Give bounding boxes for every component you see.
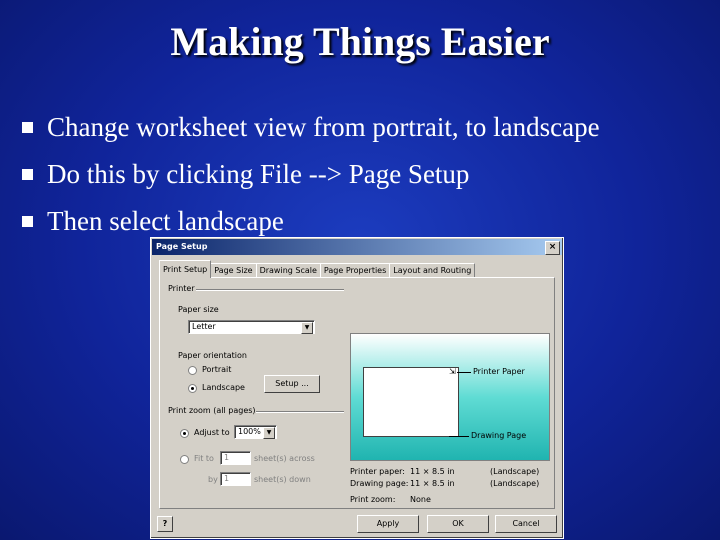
bullet-text: Do this by clicking File --> Page Setup	[47, 159, 470, 189]
tab-print-setup[interactable]: Print Setup	[159, 260, 212, 278]
bullet-text: Then select landscape	[47, 206, 284, 236]
paper-size-label: Paper size	[178, 305, 219, 314]
apply-button[interactable]: Apply	[357, 515, 419, 533]
paper-size-select[interactable]: Letter ▼	[188, 320, 315, 334]
orientation-label: Paper orientation	[178, 351, 247, 360]
fit-to-label: Fit to	[194, 454, 214, 463]
group-divider	[196, 289, 344, 291]
tab-page-size[interactable]: Page Size	[210, 263, 257, 278]
bullet-list: Change worksheet view from portrait, to …	[22, 104, 600, 245]
fit-across-label: sheet(s) across	[254, 454, 315, 463]
page-preview: ⇲ Printer Paper Drawing Page	[350, 333, 550, 461]
bullet-item: Do this by clicking File --> Page Setup	[22, 151, 600, 198]
printer-paper-info-label: Printer paper:	[350, 467, 405, 476]
drawing-page-preview	[363, 367, 459, 437]
preview-drawing-page-label: Drawing Page	[471, 431, 527, 440]
resize-corner-icon: ⇲	[449, 367, 456, 376]
tab-layout-and-routing[interactable]: Layout and Routing	[389, 263, 476, 278]
callout-line	[449, 436, 469, 437]
fit-across-input[interactable]: 1	[220, 451, 251, 465]
print-zoom-info-value: None	[410, 495, 431, 504]
portrait-radio[interactable]	[188, 366, 197, 375]
fit-down-label: sheet(s) down	[254, 475, 311, 484]
paper-size-value: Letter	[192, 322, 216, 331]
tab-page-properties[interactable]: Page Properties	[319, 263, 391, 278]
print-zoom-group-label: Print zoom (all pages)	[168, 406, 256, 415]
printer-group-label: Printer	[168, 284, 195, 293]
square-bullet-icon	[22, 216, 33, 227]
print-zoom-info-label: Print zoom:	[350, 495, 396, 504]
bullet-item: Change worksheet view from portrait, to …	[22, 104, 600, 151]
dialog-titlebar[interactable]: Page Setup ×	[152, 239, 562, 255]
print-setup-panel: Printer Paper size Letter ▼ Paper orient…	[159, 277, 555, 509]
callout-line	[457, 372, 471, 373]
chevron-down-icon[interactable]: ▼	[301, 322, 313, 334]
drawing-page-info-label: Drawing page:	[350, 479, 409, 488]
adjust-to-radio[interactable]	[180, 429, 189, 438]
fit-to-radio[interactable]	[180, 455, 189, 464]
printer-paper-info-value: 11 × 8.5 in	[410, 467, 455, 476]
drawing-page-info-orientation: (Landscape)	[490, 479, 540, 488]
cancel-button[interactable]: Cancel	[495, 515, 557, 533]
close-icon[interactable]: ×	[545, 241, 560, 255]
setup-button[interactable]: Setup ...	[264, 375, 320, 393]
preview-printer-paper-label: Printer Paper	[473, 367, 525, 376]
group-divider	[256, 411, 344, 413]
square-bullet-icon	[22, 169, 33, 180]
chevron-down-icon[interactable]: ▼	[263, 427, 275, 439]
tab-bar: Print Setup Page Size Drawing Scale Page…	[159, 260, 476, 278]
zoom-percent-select[interactable]: 100% ▼	[234, 425, 277, 439]
landscape-label: Landscape	[202, 383, 245, 392]
by-label: by	[208, 475, 218, 484]
help-icon[interactable]: ?	[157, 516, 173, 532]
tab-drawing-scale[interactable]: Drawing Scale	[255, 263, 321, 278]
ok-button[interactable]: OK	[427, 515, 489, 533]
slide-title: Making Things Easier	[170, 19, 550, 64]
printer-paper-info-orientation: (Landscape)	[490, 467, 540, 476]
fit-down-input[interactable]: 1	[220, 472, 251, 486]
landscape-radio[interactable]	[188, 384, 197, 393]
adjust-to-label: Adjust to	[194, 428, 230, 437]
zoom-percent-value: 100%	[238, 427, 261, 436]
bullet-text: Change worksheet view from portrait, to …	[47, 112, 600, 142]
dialog-title: Page Setup	[156, 242, 208, 251]
drawing-page-info-value: 11 × 8.5 in	[410, 479, 455, 488]
page-setup-dialog: Page Setup × Print Setup Page Size Drawi…	[150, 237, 564, 539]
square-bullet-icon	[22, 122, 33, 133]
portrait-label: Portrait	[202, 365, 232, 374]
